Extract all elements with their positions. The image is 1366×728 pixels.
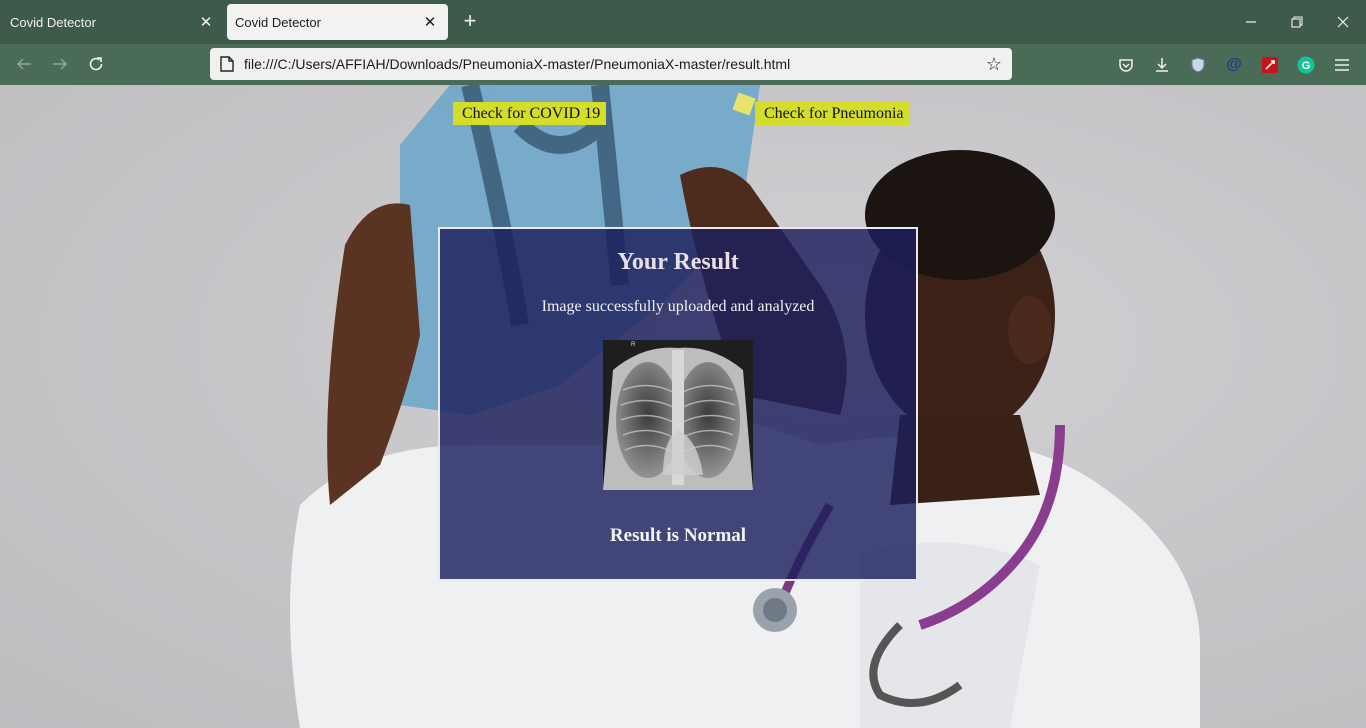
tab-covid-detector-2[interactable]: Covid Detector ✕ <box>227 4 448 40</box>
minimize-icon[interactable] <box>1237 8 1265 36</box>
result-panel: Your Result Image successfully uploaded … <box>438 227 918 581</box>
xray-marker-label: R <box>631 342 636 348</box>
close-tab-icon[interactable]: ✕ <box>420 12 440 32</box>
download-icon[interactable] <box>1151 54 1173 76</box>
check-pneumonia-link[interactable]: Check for Pneumonia <box>755 102 910 125</box>
navigation-toolbar: file:///C:/Users/AFFIAH/Downloads/Pneumo… <box>0 44 1366 85</box>
tab-bar: Covid Detector ✕ Covid Detector ✕ + <box>0 0 1366 44</box>
address-bar[interactable]: file:///C:/Users/AFFIAH/Downloads/Pneumo… <box>210 48 1012 80</box>
uploaded-xray-image: R <box>603 340 753 490</box>
page-content: Check for COVID 19 Check for Pneumonia Y… <box>0 85 1366 728</box>
shield-extension-icon[interactable] <box>1187 54 1209 76</box>
star-icon[interactable]: ☆ <box>982 52 1006 76</box>
tab-title: Covid Detector <box>10 14 96 30</box>
restore-icon[interactable] <box>1283 8 1311 36</box>
tab-covid-detector-1[interactable]: Covid Detector ✕ <box>0 4 224 40</box>
result-subtitle: Image successfully uploaded and analyzed <box>541 298 815 315</box>
svg-text:G: G <box>1302 60 1311 72</box>
forward-arrow-icon[interactable] <box>46 50 74 78</box>
hamburger-menu-icon[interactable] <box>1331 54 1353 76</box>
url-text[interactable]: file:///C:/Users/AFFIAH/Downloads/Pneumo… <box>244 56 790 72</box>
new-tab-plus-icon[interactable]: + <box>458 10 482 34</box>
close-window-icon[interactable] <box>1329 8 1357 36</box>
close-tab-icon[interactable]: ✕ <box>196 12 216 32</box>
grammarly-icon[interactable]: G <box>1295 54 1317 76</box>
result-verdict: Result is Normal <box>609 525 747 546</box>
page-file-icon <box>220 56 234 72</box>
back-arrow-icon[interactable] <box>10 50 38 78</box>
at-extension-icon[interactable]: @ <box>1223 54 1245 76</box>
result-title: Your Result <box>617 249 739 275</box>
tab-title: Covid Detector <box>235 14 321 30</box>
check-covid-link[interactable]: Check for COVID 19 <box>453 102 607 125</box>
reload-icon[interactable] <box>82 50 110 78</box>
red-extension-icon[interactable] <box>1259 54 1281 76</box>
pocket-icon[interactable] <box>1115 54 1137 76</box>
